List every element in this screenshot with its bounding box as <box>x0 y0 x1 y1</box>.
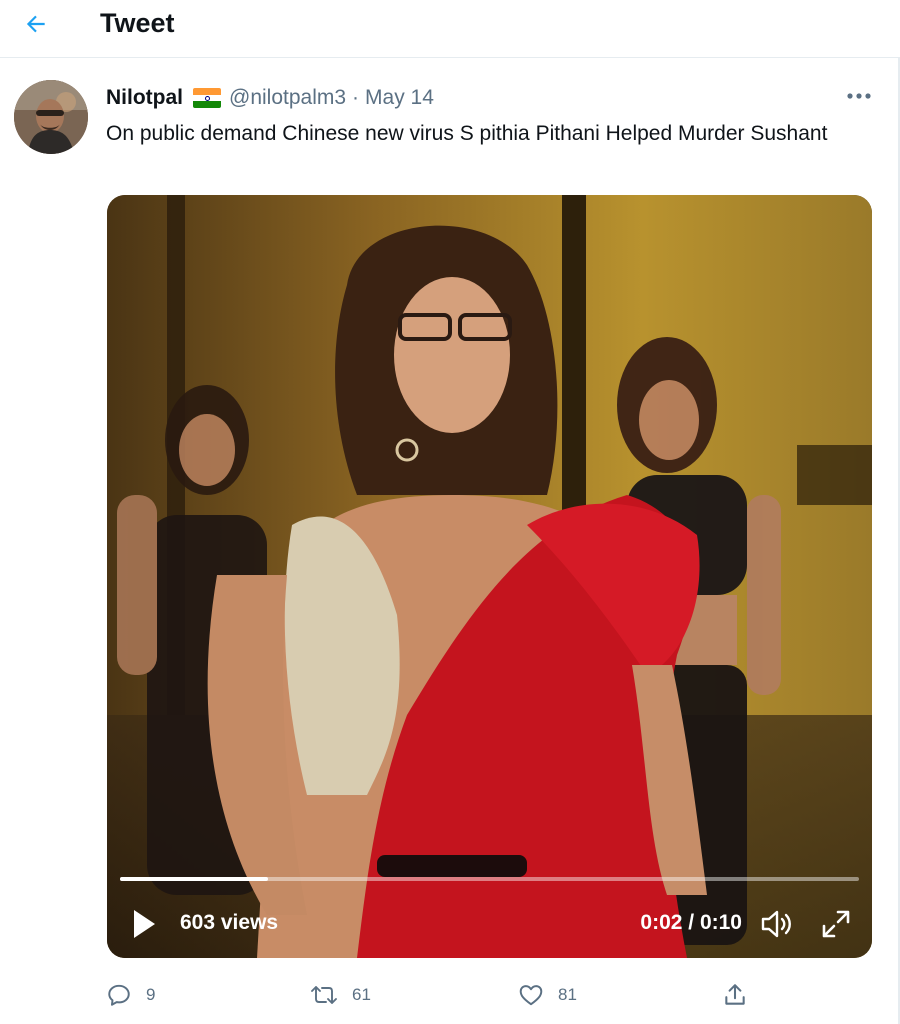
fullscreen-button[interactable] <box>818 907 854 941</box>
volume-button[interactable] <box>758 907 794 941</box>
tweet-meta: Nilotpal @nilotpalm3 · May 14 <box>106 84 434 112</box>
video-progress-bar[interactable] <box>120 877 859 881</box>
avatar-image <box>14 80 88 154</box>
volume-icon <box>761 910 791 938</box>
more-button[interactable] <box>844 82 874 110</box>
like-count: 81 <box>558 985 577 1004</box>
video-player[interactable]: 603 views 0:02 / 0:10 <box>107 195 872 958</box>
retweet-count: 61 <box>352 985 371 1004</box>
display-name[interactable]: Nilotpal <box>106 86 183 110</box>
retweet-button[interactable]: 61 <box>310 979 371 1011</box>
india-flag-icon <box>193 88 221 108</box>
view-count: 603 views <box>180 911 279 934</box>
page-title: Tweet <box>100 8 175 38</box>
tweet-date[interactable]: May 14 <box>365 86 434 110</box>
share-icon <box>725 984 745 1005</box>
fullscreen-icon <box>822 910 850 938</box>
share-button[interactable] <box>722 979 748 1011</box>
video-progress-fill <box>120 877 268 881</box>
more-horizontal-icon <box>847 93 871 99</box>
reply-button[interactable]: 9 <box>106 979 155 1011</box>
reply-icon <box>108 984 130 1006</box>
like-button[interactable]: 81 <box>518 979 577 1011</box>
arrow-left-icon <box>26 15 45 33</box>
back-button[interactable] <box>18 6 54 42</box>
tweet-text: On public demand Chinese new virus S pit… <box>106 122 828 145</box>
heart-icon <box>519 985 543 1006</box>
retweet-icon <box>311 986 337 1004</box>
video-time: 0:02 / 0:10 <box>640 911 742 934</box>
tweet-header: Tweet <box>0 0 900 58</box>
reply-count: 9 <box>146 985 156 1004</box>
meta-separator: · <box>352 86 360 109</box>
video-frame <box>107 195 872 958</box>
play-button[interactable] <box>129 907 159 941</box>
user-handle[interactable]: @nilotpalm3 <box>229 86 346 110</box>
avatar[interactable] <box>14 80 88 154</box>
play-icon <box>134 910 155 938</box>
